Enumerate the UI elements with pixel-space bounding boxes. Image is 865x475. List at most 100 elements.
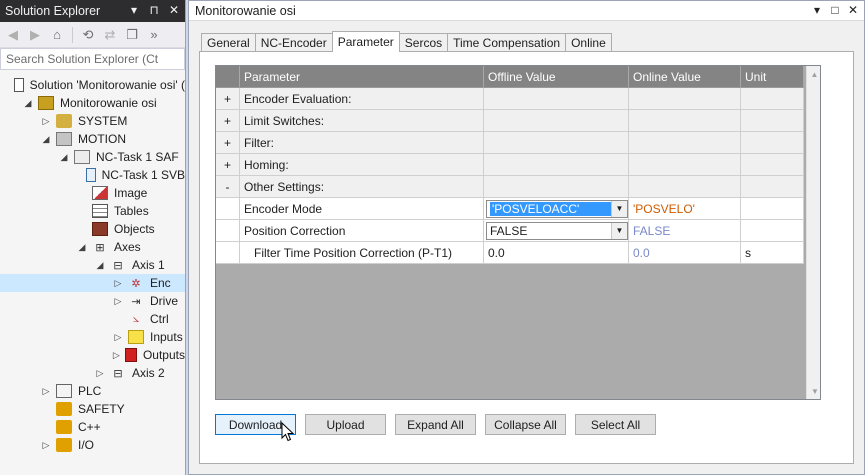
expander-icon[interactable]: ▷ <box>112 331 124 343</box>
grid-row[interactable]: + Encoder Evaluation: <box>216 88 804 110</box>
tree-item[interactable]: Tables <box>0 202 185 220</box>
grid-row[interactable]: - Other Settings: <box>216 176 804 198</box>
tab-parameter[interactable]: Parameter <box>331 31 400 52</box>
expand-all-button[interactable]: Expand All <box>395 414 476 435</box>
maximize-icon[interactable]: □ <box>828 3 842 17</box>
tab-online[interactable]: Online <box>565 33 612 52</box>
collapse-group-icon[interactable]: - <box>216 176 240 198</box>
tree-item[interactable]: ▷ Outputs <box>0 346 185 364</box>
expander-icon[interactable]: ◢ <box>22 97 34 109</box>
axis-icon: ⊟ <box>113 259 123 272</box>
history-icon[interactable]: ⟲ <box>79 26 97 44</box>
expand-group-icon[interactable]: + <box>216 110 240 132</box>
expander-icon[interactable]: ▷ <box>40 115 52 127</box>
expander-icon[interactable]: ◢ <box>58 151 70 163</box>
grid-vertical-scrollbar[interactable]: ▲ ▼ <box>806 66 820 399</box>
tree-item[interactable]: ◢ ⊞ Axes <box>0 238 185 256</box>
tab-nc-encoder[interactable]: NC-Encoder <box>254 33 333 52</box>
tree-item[interactable]: SAFETY <box>0 400 185 418</box>
window-menu-icon[interactable]: ▾ <box>810 3 824 17</box>
grid-row[interactable]: + Limit Switches: <box>216 110 804 132</box>
offline-value-cell[interactable]: 'POSVELOACC' ▼ <box>484 198 629 220</box>
expander-icon[interactable]: ▷ <box>40 385 52 397</box>
tree-item[interactable]: ▷ ⇥ Drive <box>0 292 185 310</box>
tree-item[interactable]: Objects <box>0 220 185 238</box>
grid-row[interactable]: + Homing: <box>216 154 804 176</box>
upload-button[interactable]: Upload <box>305 414 386 435</box>
expander-icon[interactable]: ◢ <box>40 133 52 145</box>
tree-item[interactable]: Solution 'Monitorowanie osi' ( <box>0 76 185 94</box>
grid-row[interactable]: + Filter: <box>216 132 804 154</box>
expander-icon[interactable]: ▷ <box>40 439 52 451</box>
pin-icon[interactable]: ⊓ <box>147 3 161 17</box>
expand-group-icon[interactable]: + <box>216 132 240 154</box>
tree-item[interactable]: NC-Task 1 SVB <box>0 166 185 184</box>
tree-item[interactable]: ▷ SYSTEM <box>0 112 185 130</box>
tree-item[interactable]: C++ <box>0 418 185 436</box>
expander-icon[interactable]: ▷ <box>112 349 121 361</box>
expander-icon[interactable]: ▷ <box>112 295 124 307</box>
header-offline-value[interactable]: Offline Value <box>484 66 629 88</box>
tree-item-label: MOTION <box>78 132 126 146</box>
expander-icon[interactable]: ▷ <box>112 277 124 289</box>
more-icon[interactable]: » <box>145 26 163 44</box>
dropdown-arrow-icon[interactable]: ▼ <box>611 222 627 239</box>
expand-group-icon[interactable]: + <box>216 88 240 110</box>
offline-value-cell[interactable]: FALSE ▼ <box>484 220 629 242</box>
tab-strip: General NC-Encoder Parameter Sercos Time Com… <box>201 31 612 52</box>
collapse-all-icon[interactable]: ❐ <box>123 26 141 44</box>
tree-item-label: NC-Task 1 SVB <box>101 168 185 182</box>
grid-row[interactable]: Filter Time Position Correction (P-T1) 0.… <box>216 242 804 264</box>
back-icon[interactable]: ◀ <box>4 26 22 44</box>
sync-icon[interactable]: ⇄ <box>101 26 119 44</box>
scroll-down-icon[interactable]: ▼ <box>807 383 820 399</box>
tree-item[interactable]: ◢ NC-Task 1 SAF <box>0 148 185 166</box>
tree-item[interactable]: ▷ PLC <box>0 382 185 400</box>
axis-icon: ⊟ <box>113 367 123 380</box>
collapse-all-button[interactable]: Collapse All <box>485 414 566 435</box>
tree-item-label: Drive <box>150 294 179 308</box>
tree-item[interactable]: ▷ I/O <box>0 436 185 454</box>
tree-item[interactable]: ◢ Monitorowanie osi <box>0 94 185 112</box>
close-icon[interactable]: ✕ <box>167 3 181 17</box>
offline-value-dropdown[interactable]: FALSE ▼ <box>486 221 628 240</box>
tree-item[interactable]: ▷ ⊟ Axis 2 <box>0 364 185 382</box>
header-online-value[interactable]: Online Value <box>629 66 741 88</box>
offline-value-cell[interactable]: 0.0 <box>484 242 629 264</box>
project-icon <box>38 96 54 110</box>
select-all-button[interactable]: Select All <box>575 414 656 435</box>
unit-value: s <box>741 242 804 264</box>
header-unit[interactable]: Unit <box>741 66 804 88</box>
grid-row[interactable]: Encoder Mode 'POSVELOACC' ▼ 'POSVELO' <box>216 198 804 220</box>
expander-icon[interactable]: ◢ <box>94 259 106 271</box>
close-window-icon[interactable]: ✕ <box>846 3 860 17</box>
dropdown-icon[interactable]: ▾ <box>127 3 141 17</box>
dropdown-arrow-icon[interactable]: ▼ <box>611 200 627 217</box>
tree-item[interactable]: ◢ MOTION <box>0 130 185 148</box>
solution-explorer-search-input[interactable]: Search Solution Explorer (Ct <box>0 48 185 70</box>
expander-icon[interactable]: ▷ <box>94 367 106 379</box>
tab-general[interactable]: General <box>201 33 256 52</box>
tab-sercos[interactable]: Sercos <box>398 33 449 52</box>
encoder-icon: ✲ <box>131 277 141 290</box>
tree-item[interactable]: Image <box>0 184 185 202</box>
tree-item[interactable]: ◢ ⊟ Axis 1 <box>0 256 185 274</box>
tree-item[interactable]: ▷ ✲ Enc <box>0 274 185 292</box>
tree-item[interactable]: ▷ Inputs <box>0 328 185 346</box>
forward-icon[interactable]: ▶ <box>26 26 44 44</box>
tab-time-compensation[interactable]: Time Compensation <box>447 33 567 52</box>
online-value <box>629 154 741 176</box>
offline-value-cell <box>484 132 629 154</box>
expander-icon[interactable]: ◢ <box>76 241 88 253</box>
expand-group-icon[interactable]: + <box>216 154 240 176</box>
scroll-up-icon[interactable]: ▲ <box>807 66 820 82</box>
tree-item[interactable]: ⦣ Ctrl <box>0 310 185 328</box>
tables-icon <box>92 204 108 218</box>
home-icon[interactable]: ⌂ <box>48 26 66 44</box>
header-parameter[interactable]: Parameter <box>240 66 484 88</box>
grid-row[interactable]: Position Correction FALSE ▼ FALSE <box>216 220 804 242</box>
parameter-name: Filter Time Position Correction (P-T1) <box>240 242 484 264</box>
row-marker <box>216 198 240 220</box>
offline-value-dropdown[interactable]: 'POSVELOACC' ▼ <box>486 199 628 218</box>
